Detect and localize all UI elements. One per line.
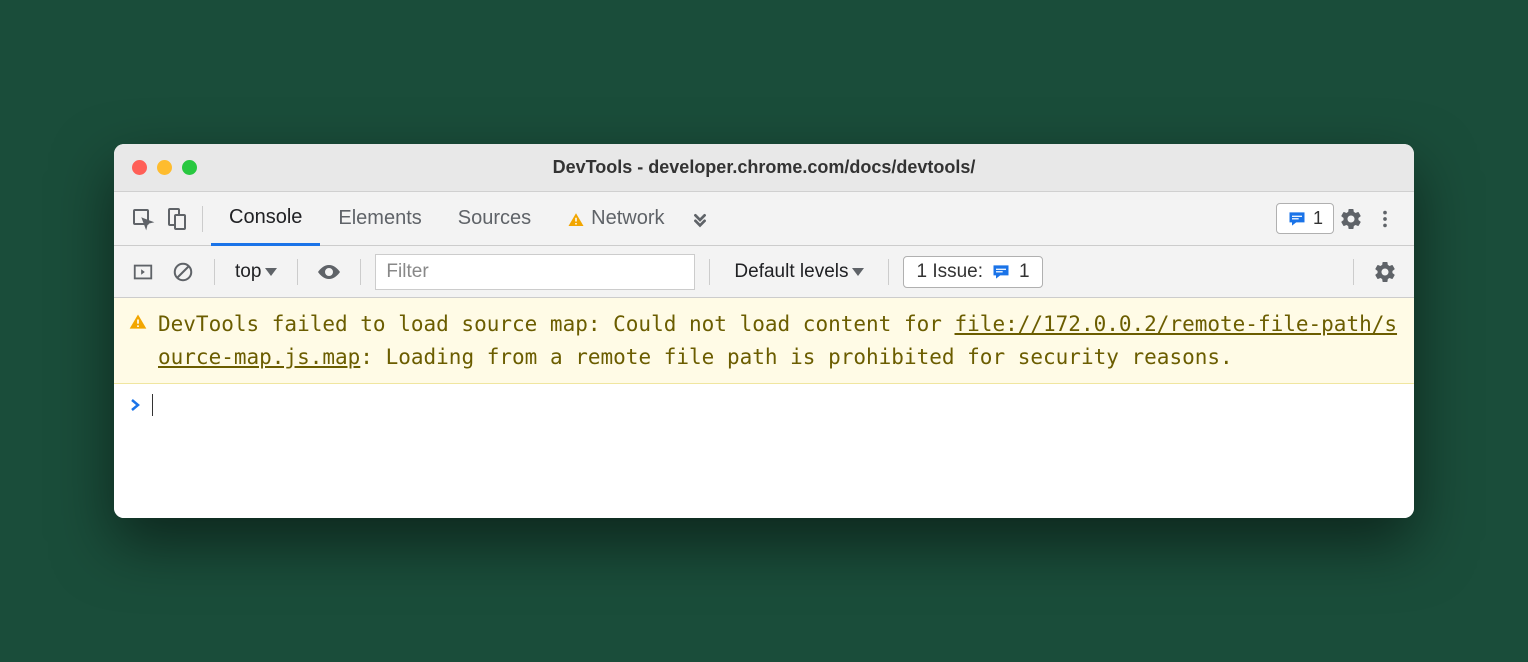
divider — [297, 259, 298, 285]
tab-console[interactable]: Console — [211, 192, 320, 246]
clear-console-icon[interactable] — [166, 255, 200, 289]
more-menu-icon[interactable] — [1368, 202, 1402, 236]
tab-elements[interactable]: Elements — [320, 192, 439, 246]
traffic-lights — [132, 160, 197, 175]
filter-input[interactable] — [375, 254, 695, 290]
warning-icon — [128, 312, 148, 332]
warning-text-prefix: DevTools failed to load source map: Coul… — [158, 312, 955, 336]
issues-label: 1 Issue: — [916, 261, 983, 283]
messages-badge[interactable]: 1 — [1276, 203, 1334, 234]
levels-label: Default levels — [734, 261, 848, 283]
console-warning-row: DevTools failed to load source map: Coul… — [114, 298, 1414, 384]
tab-label: Console — [229, 206, 302, 229]
warning-message: DevTools failed to load source map: Coul… — [158, 308, 1398, 373]
chevron-down-icon — [265, 268, 277, 276]
divider — [888, 259, 889, 285]
divider — [360, 259, 361, 285]
more-tabs-icon[interactable] — [683, 202, 717, 236]
warning-icon — [567, 211, 585, 227]
chevron-down-icon — [852, 268, 864, 276]
tab-sources[interactable]: Sources — [440, 192, 549, 246]
prompt-chevron-icon — [130, 398, 142, 412]
issues-count: 1 — [1019, 261, 1030, 283]
tab-label: Network — [591, 207, 664, 230]
main-tabbar: Console Elements Sources Network — [114, 192, 1414, 246]
divider — [214, 259, 215, 285]
console-toolbar: top Default levels 1 Issue: 1 — [114, 246, 1414, 298]
log-levels-selector[interactable]: Default levels — [724, 261, 874, 283]
divider — [1353, 259, 1354, 285]
devtools-window: DevTools - developer.chrome.com/docs/dev… — [114, 144, 1414, 518]
tab-label: Elements — [338, 207, 421, 230]
titlebar: DevTools - developer.chrome.com/docs/dev… — [114, 144, 1414, 192]
tab-network[interactable]: Network — [549, 192, 682, 246]
settings-icon[interactable] — [1334, 202, 1368, 236]
messages-count: 1 — [1313, 208, 1323, 229]
console-prompt[interactable] — [114, 384, 1414, 426]
text-cursor — [152, 394, 153, 416]
toggle-sidebar-icon[interactable] — [126, 255, 160, 289]
minimize-window-button[interactable] — [157, 160, 172, 175]
close-window-button[interactable] — [132, 160, 147, 175]
console-settings-icon[interactable] — [1368, 255, 1402, 289]
issues-badge[interactable]: 1 Issue: 1 — [903, 256, 1042, 288]
maximize-window-button[interactable] — [182, 160, 197, 175]
device-toolbar-icon[interactable] — [160, 202, 194, 236]
divider — [709, 259, 710, 285]
context-label: top — [235, 261, 261, 283]
warning-text-suffix: : Loading from a remote file path is pro… — [360, 345, 1232, 369]
inspect-element-icon[interactable] — [126, 202, 160, 236]
execution-context-selector[interactable]: top — [229, 261, 283, 283]
message-icon — [991, 262, 1011, 282]
console-body: DevTools failed to load source map: Coul… — [114, 298, 1414, 518]
live-expression-icon[interactable] — [312, 255, 346, 289]
window-title: DevTools - developer.chrome.com/docs/dev… — [114, 157, 1414, 178]
message-icon — [1287, 209, 1307, 229]
divider — [202, 206, 203, 232]
tab-label: Sources — [458, 207, 531, 230]
